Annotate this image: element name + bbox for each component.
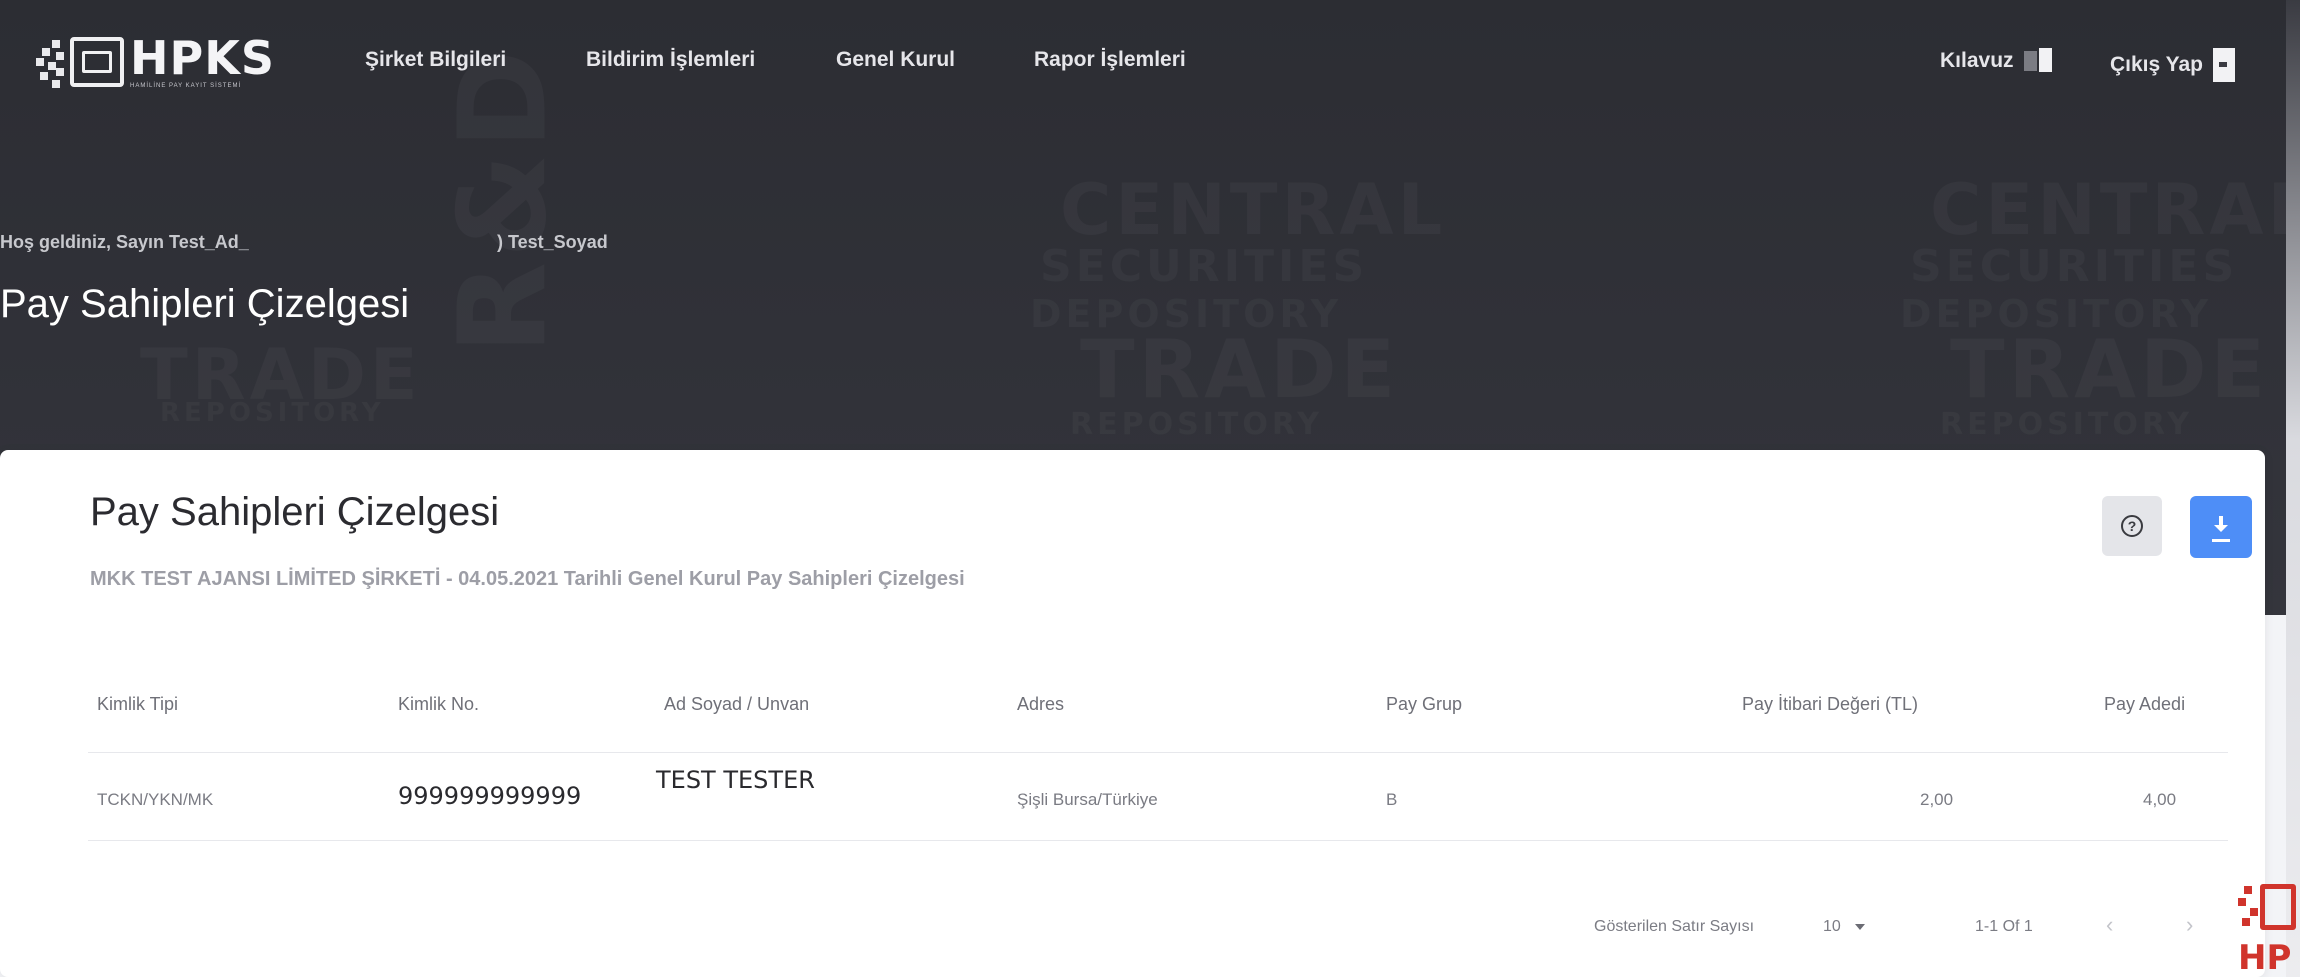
cell-kimlik-no: 999999999999 [398, 782, 582, 810]
column-header-kimlik-tipi[interactable]: Kimlik Tipi [97, 694, 178, 715]
cell-pay-grup: B [1386, 790, 1398, 809]
nav-item-sirket-bilgileri[interactable]: Şirket Bilgileri [365, 48, 506, 72]
logout-link[interactable]: Çıkış Yap [2110, 48, 2236, 82]
nav-item-genel-kurul[interactable]: Genel Kurul [836, 48, 955, 72]
card-title: Pay Sahipleri Çizelgesi [90, 490, 500, 534]
logout-icon [2213, 48, 2236, 82]
cell-pay-itibari-degeri: 2,00 [1920, 790, 1954, 809]
logo-pixel-icon [32, 34, 66, 90]
chevron-down-icon [1854, 923, 1865, 930]
download-icon-base [2212, 538, 2230, 542]
rows-per-page-label: Gösterilen Satır Sayısı [1594, 918, 1755, 935]
guide-link[interactable]: Kılavuz [1940, 48, 2054, 74]
pagination-range: 1-1 Of 1 [1975, 918, 2033, 935]
corner-logo-text: HP [2238, 938, 2292, 977]
nav-item-rapor-islemleri[interactable]: Rapor İşlemleri [1034, 48, 1186, 72]
brand-name: HPKS [130, 31, 275, 85]
column-header-pay-adedi[interactable]: Pay Adedi [2104, 694, 2185, 715]
column-header-adres[interactable]: Adres [1017, 694, 1064, 715]
cell-pay-adedi: 4,00 [2143, 790, 2177, 809]
top-navbar: HPKS HAMİLİNE PAY KAYIT SİSTEMİ Şirket B… [0, 0, 2300, 130]
prev-page-button[interactable]: ‹ [2106, 912, 2113, 938]
watermark-text: REPOSITORY [1940, 410, 2193, 440]
card-subtitle: MKK TEST AJANSI LİMİTED ŞİRKETİ - 04.05.… [90, 568, 965, 590]
window-edge [2286, 0, 2300, 977]
brand-tagline: HAMİLİNE PAY KAYIT SİSTEMİ [130, 83, 242, 89]
cell-ad-soyad: TEST TESTER [656, 766, 815, 794]
download-icon [2212, 516, 2230, 538]
watermark-text: REPOSITORY [1070, 410, 1323, 440]
rows-per-page-value: 10 [1823, 918, 1841, 935]
help-circle-icon: ? [2121, 515, 2143, 537]
corner-brand-logo: HP [2238, 880, 2300, 977]
logo-book-icon [70, 37, 124, 87]
watermark-text: SECURITIES [1910, 245, 2238, 289]
hpks-logo[interactable]: HPKS HAMİLİNE PAY KAYIT SİSTEMİ [32, 30, 302, 94]
rows-per-page-select[interactable]: 10 [1823, 918, 1865, 936]
watermark-text: SECURITIES [1040, 245, 1368, 289]
table-divider [88, 752, 2228, 753]
welcome-message: Hoş geldiniz, Sayın Test_Ad_ ) Test_Soya… [0, 232, 608, 253]
help-button[interactable]: ? [2102, 496, 2162, 556]
book-icon [2023, 48, 2054, 74]
logout-label: Çıkış Yap [2110, 53, 2204, 76]
column-header-kimlik-no[interactable]: Kimlik No. [398, 694, 479, 715]
column-header-pay-grup[interactable]: Pay Grup [1386, 694, 1462, 715]
table-divider [88, 840, 2228, 841]
welcome-first: Hoş geldiniz, Sayın Test_Ad_ [0, 232, 249, 252]
column-header-pay-itibari-degeri[interactable]: Pay İtibari Değeri (TL) [1742, 694, 1918, 715]
column-header-ad-soyad[interactable]: Ad Soyad / Unvan [664, 694, 809, 715]
watermark-text: CENTRAL [1930, 175, 2300, 245]
nav-item-bildirim-islemleri[interactable]: Bildirim İşlemleri [586, 48, 755, 72]
watermark-text: CENTRAL [1060, 175, 1446, 245]
next-page-button[interactable]: › [2186, 912, 2193, 938]
download-button[interactable] [2190, 496, 2252, 558]
guide-label: Kılavuz [1940, 49, 2014, 72]
welcome-last: ) Test_Soyad [497, 232, 608, 252]
watermark-text: TRADE [1950, 330, 2269, 410]
cell-adres: Şişli Bursa/Türkiye [1017, 790, 1158, 809]
cell-kimlik-tipi: TCKN/YKN/MK [97, 790, 214, 809]
watermark-text: TRADE [1080, 330, 1399, 410]
report-card: Pay Sahipleri Çizelgesi MKK TEST AJANSI … [0, 450, 2265, 977]
watermark-text: REPOSITORY [160, 400, 385, 426]
page-title: Pay Sahipleri Çizelgesi [0, 282, 410, 326]
